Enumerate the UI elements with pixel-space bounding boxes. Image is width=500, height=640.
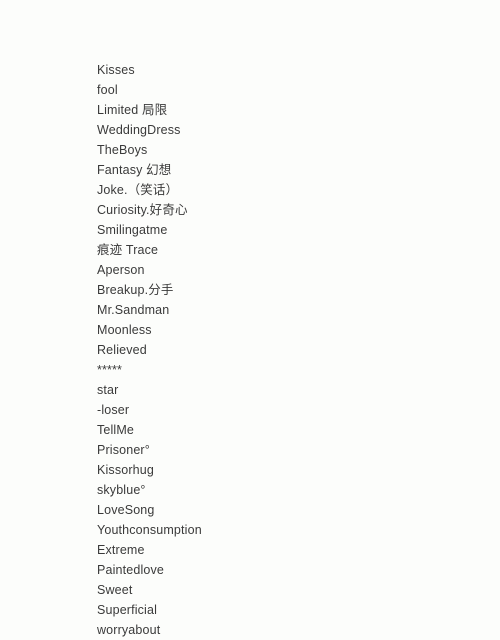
list-item[interactable]: Relieved (97, 340, 477, 360)
list-item[interactable]: Superficial (97, 600, 477, 620)
list-item[interactable]: Aperson (97, 260, 477, 280)
list-item[interactable]: Youthconsumption (97, 520, 477, 540)
list-item[interactable]: LoveSong (97, 500, 477, 520)
list-item[interactable]: 痕迹 Trace (97, 240, 477, 260)
list-item[interactable]: Smilingatme (97, 220, 477, 240)
list-item[interactable]: TheBoys (97, 140, 477, 160)
list-item[interactable]: Kisses (97, 60, 477, 80)
list-item[interactable]: Kissorhug (97, 460, 477, 480)
list-item[interactable]: Prisoner° (97, 440, 477, 460)
list-item[interactable]: star (97, 380, 477, 400)
list-item[interactable]: Joke.（笑话） (97, 180, 477, 200)
list-item[interactable]: Curiosity.好奇心 (97, 200, 477, 220)
list-item[interactable]: fool (97, 80, 477, 100)
list-item[interactable]: -loser (97, 400, 477, 420)
list-item[interactable]: ***** (97, 360, 477, 380)
name-list: Kisses fool Limited 局限 WeddingDress TheBoys F… (97, 60, 477, 640)
list-item[interactable]: TellMe (97, 420, 477, 440)
list-item[interactable]: Extreme (97, 540, 477, 560)
list-item[interactable]: skyblue° (97, 480, 477, 500)
list-item[interactable]: WeddingDress (97, 120, 477, 140)
list-item[interactable]: Fantasy 幻想 (97, 160, 477, 180)
list-item[interactable]: Mr.Sandman (97, 300, 477, 320)
list-item[interactable]: Breakup.分手 (97, 280, 477, 300)
list-item[interactable]: Moonless (97, 320, 477, 340)
list-item[interactable]: Limited 局限 (97, 100, 477, 120)
list-item[interactable]: worryabout (97, 620, 477, 640)
list-item[interactable]: Paintedlove (97, 560, 477, 580)
list-item[interactable]: Sweet (97, 580, 477, 600)
